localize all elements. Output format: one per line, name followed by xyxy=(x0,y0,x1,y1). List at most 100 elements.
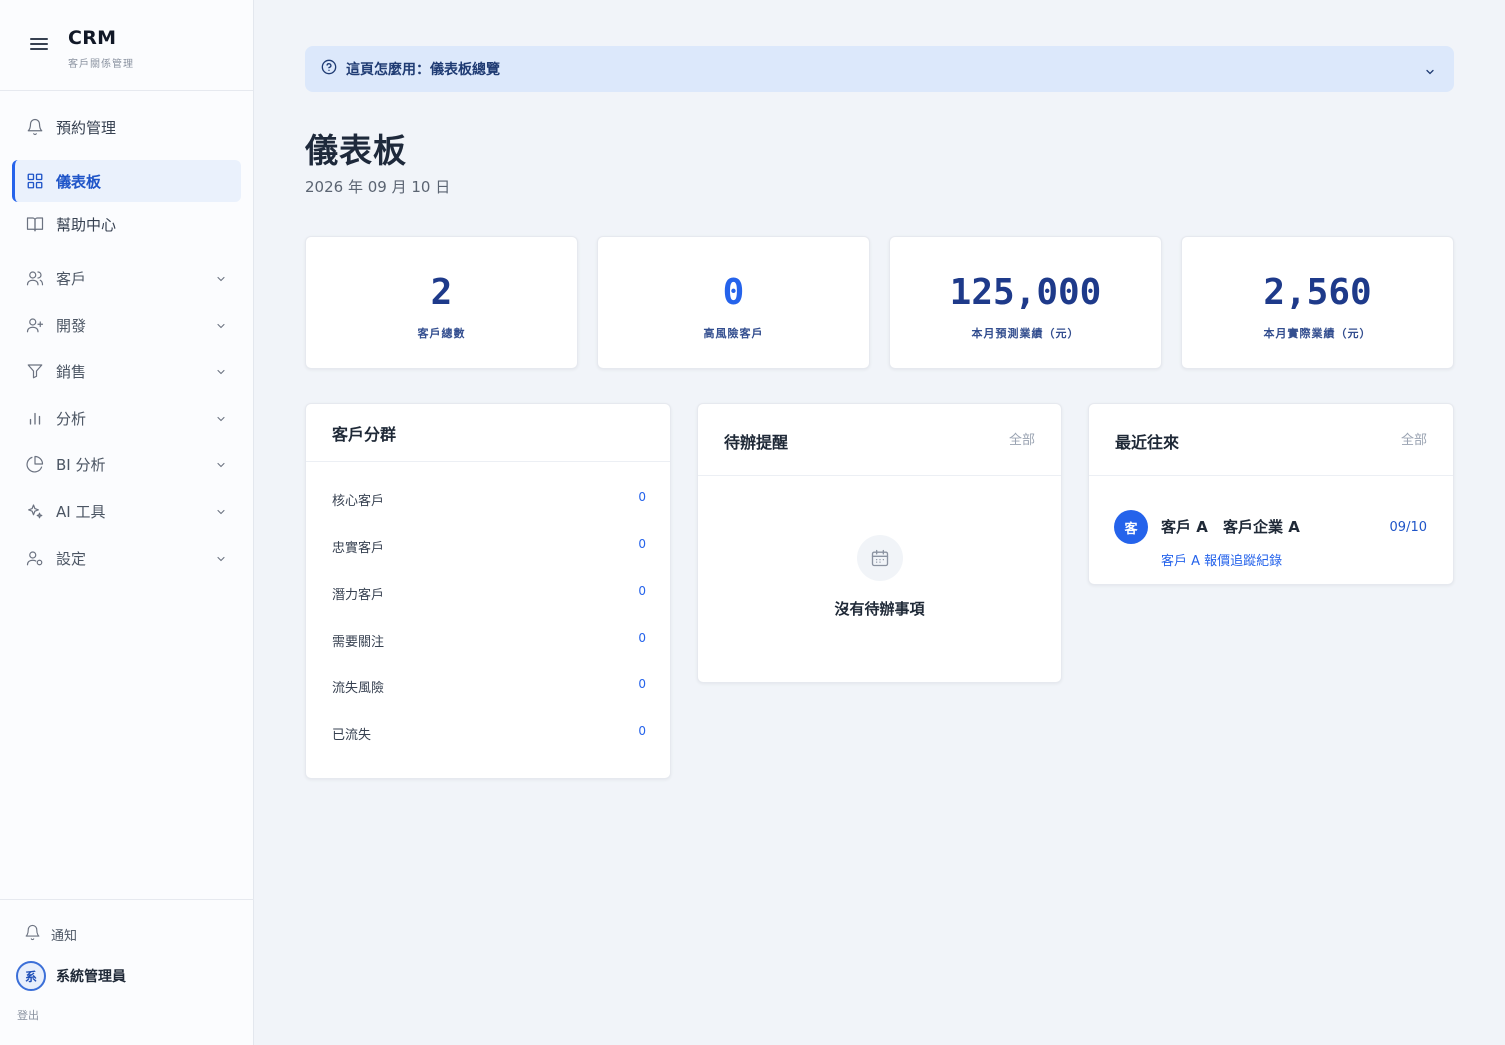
brand-header: CRM 客戶關係管理 xyxy=(0,0,253,91)
stat-card-high-risk: 0 高風險客戶 xyxy=(597,236,870,369)
sidebar-item-label: 儀表板 xyxy=(56,172,102,191)
segment-label: 流失風險 xyxy=(332,681,385,696)
sidebar-item-label: 預約管理 xyxy=(56,118,117,137)
user-profile[interactable]: 系 系統管理員 xyxy=(16,961,126,991)
segment-count: 0 xyxy=(638,537,646,551)
stat-value: 0 xyxy=(722,272,745,313)
page-title: 儀表板 xyxy=(305,131,407,170)
segment-label: 核心客戶 xyxy=(332,494,385,509)
chevron-down-icon xyxy=(215,551,227,569)
sidebar-group-label: BI 分析 xyxy=(56,455,106,474)
customer-segments-panel: 客戶分群 核心客戶 0 忠實客戶 0 潛力客戶 0 需要關注 0 流失風險 0 … xyxy=(305,403,671,779)
users-icon xyxy=(26,269,44,287)
chevron-down-icon xyxy=(1424,63,1436,82)
recent-view-all-link[interactable]: 全部 xyxy=(1401,429,1427,448)
book-icon xyxy=(26,215,44,233)
sidebar-group-bi[interactable]: BI 分析 xyxy=(12,443,241,485)
sidebar-group-label: 分析 xyxy=(56,409,87,428)
panel-title: 待辦提醒 xyxy=(724,433,789,452)
sidebar-group-label: 客戶 xyxy=(56,269,87,288)
recent-activity-panel: 最近往來 全部 客 客戶 A 客戶企業 A 09/10 客戶 A 報價追蹤紀錄 xyxy=(1088,403,1454,585)
segment-row[interactable]: 已流失 0 xyxy=(332,724,646,748)
sidebar-group-development[interactable]: 開發 xyxy=(12,304,241,346)
app-subtitle: 客戶關係管理 xyxy=(68,59,134,70)
sidebar-group-customers[interactable]: 客戶 xyxy=(12,257,241,299)
sidebar-group-sales[interactable]: 銷售 xyxy=(12,350,241,392)
activity-company-name: 客戶企業 A xyxy=(1223,518,1300,536)
panel-header: 最近往來 全部 xyxy=(1089,404,1453,476)
sidebar-group-analytics[interactable]: 分析 xyxy=(12,397,241,439)
sidebar-group-label: 銷售 xyxy=(56,362,87,381)
sidebar: CRM 客戶關係管理 預約管理 儀表板 幫助中心 客戶 開發 銷售 分析 BI … xyxy=(0,0,254,1045)
sidebar-group-label: 設定 xyxy=(56,549,87,568)
todo-view-all-link[interactable]: 全部 xyxy=(1009,429,1035,448)
segment-label: 忠實客戶 xyxy=(332,541,385,556)
pie-chart-icon xyxy=(26,455,44,473)
segment-label: 需要關注 xyxy=(332,635,385,650)
segment-row[interactable]: 流失風險 0 xyxy=(332,677,646,701)
page-date: 2026 年 09 月 10 日 xyxy=(305,178,451,196)
segment-label: 潛力客戶 xyxy=(332,588,385,603)
stat-value: 2 xyxy=(430,272,453,313)
calendar-icon xyxy=(857,535,903,581)
segment-count: 0 xyxy=(638,677,646,691)
help-circle-icon xyxy=(321,59,337,79)
chevron-down-icon xyxy=(215,271,227,289)
chevron-down-icon xyxy=(215,411,227,429)
avatar: 客 xyxy=(1114,510,1148,544)
activity-date: 09/10 xyxy=(1389,520,1427,535)
chevron-down-icon xyxy=(215,457,227,475)
sidebar-group-label: 開發 xyxy=(56,316,87,335)
panel-header: 客戶分群 xyxy=(306,404,670,462)
sidebar-footer: 通知 系 系統管理員 登出 xyxy=(0,899,254,1045)
bell-icon xyxy=(24,924,41,945)
segment-row[interactable]: 忠實客戶 0 xyxy=(332,537,646,561)
stat-label: 本月預測業績（元） xyxy=(971,327,1080,340)
notifications-label: 通知 xyxy=(51,929,78,944)
activity-customer-name: 客戶 A xyxy=(1161,518,1208,536)
sidebar-item-label: 幫助中心 xyxy=(56,215,117,234)
notifications-link[interactable]: 通知 xyxy=(24,924,77,945)
help-banner[interactable]: 這頁怎麼用：儀表板總覽 xyxy=(305,46,1454,92)
todo-empty-text: 沒有待辦事項 xyxy=(834,600,925,618)
chevron-down-icon xyxy=(215,318,227,336)
user-settings-icon xyxy=(26,549,44,567)
stat-value: 2,560 xyxy=(1263,272,1372,313)
sidebar-group-settings[interactable]: 設定 xyxy=(12,537,241,579)
user-name: 系統管理員 xyxy=(56,969,126,985)
grid-icon xyxy=(26,172,44,190)
sidebar-item-appointments[interactable]: 預約管理 xyxy=(12,106,241,148)
panel-header: 待辦提醒 全部 xyxy=(698,404,1061,476)
chevron-down-icon xyxy=(215,504,227,522)
sidebar-item-dashboard[interactable]: 儀表板 xyxy=(12,160,241,202)
logout-link[interactable]: 登出 xyxy=(17,1007,39,1023)
stat-card-forecast-revenue: 125,000 本月預測業績（元） xyxy=(889,236,1162,369)
sidebar-group-ai-tools[interactable]: AI 工具 xyxy=(12,490,241,532)
segment-row[interactable]: 潛力客戶 0 xyxy=(332,584,646,608)
activity-description-link[interactable]: 客戶 A 報價追蹤紀錄 xyxy=(1161,550,1282,569)
stat-card-actual-revenue: 2,560 本月實際業績（元） xyxy=(1181,236,1454,369)
segment-count: 0 xyxy=(638,490,646,504)
segment-row[interactable]: 需要關注 0 xyxy=(332,631,646,655)
panel-title: 客戶分群 xyxy=(332,425,397,444)
user-plus-icon xyxy=(26,316,44,334)
stat-card-total-customers: 2 客戶總數 xyxy=(305,236,578,369)
todo-panel: 待辦提醒 全部 沒有待辦事項 xyxy=(697,403,1062,683)
help-banner-text: 這頁怎麼用：儀表板總覽 xyxy=(346,62,500,78)
chevron-down-icon xyxy=(215,364,227,382)
segment-row[interactable]: 核心客戶 0 xyxy=(332,490,646,514)
filter-icon xyxy=(26,362,44,380)
sidebar-group-label: AI 工具 xyxy=(56,502,106,521)
sparkles-icon xyxy=(26,502,44,520)
sidebar-item-help-center[interactable]: 幫助中心 xyxy=(12,203,241,245)
segment-count: 0 xyxy=(638,584,646,598)
avatar: 系 xyxy=(16,961,46,991)
panel-title: 最近往來 xyxy=(1115,433,1180,452)
stat-value: 125,000 xyxy=(949,272,1102,313)
stat-label: 客戶總數 xyxy=(417,327,466,340)
stat-label: 高風險客戶 xyxy=(703,327,764,340)
menu-toggle-icon[interactable] xyxy=(30,38,48,52)
app-title: CRM xyxy=(68,27,117,49)
bell-icon xyxy=(26,118,44,136)
segment-count: 0 xyxy=(638,724,646,738)
